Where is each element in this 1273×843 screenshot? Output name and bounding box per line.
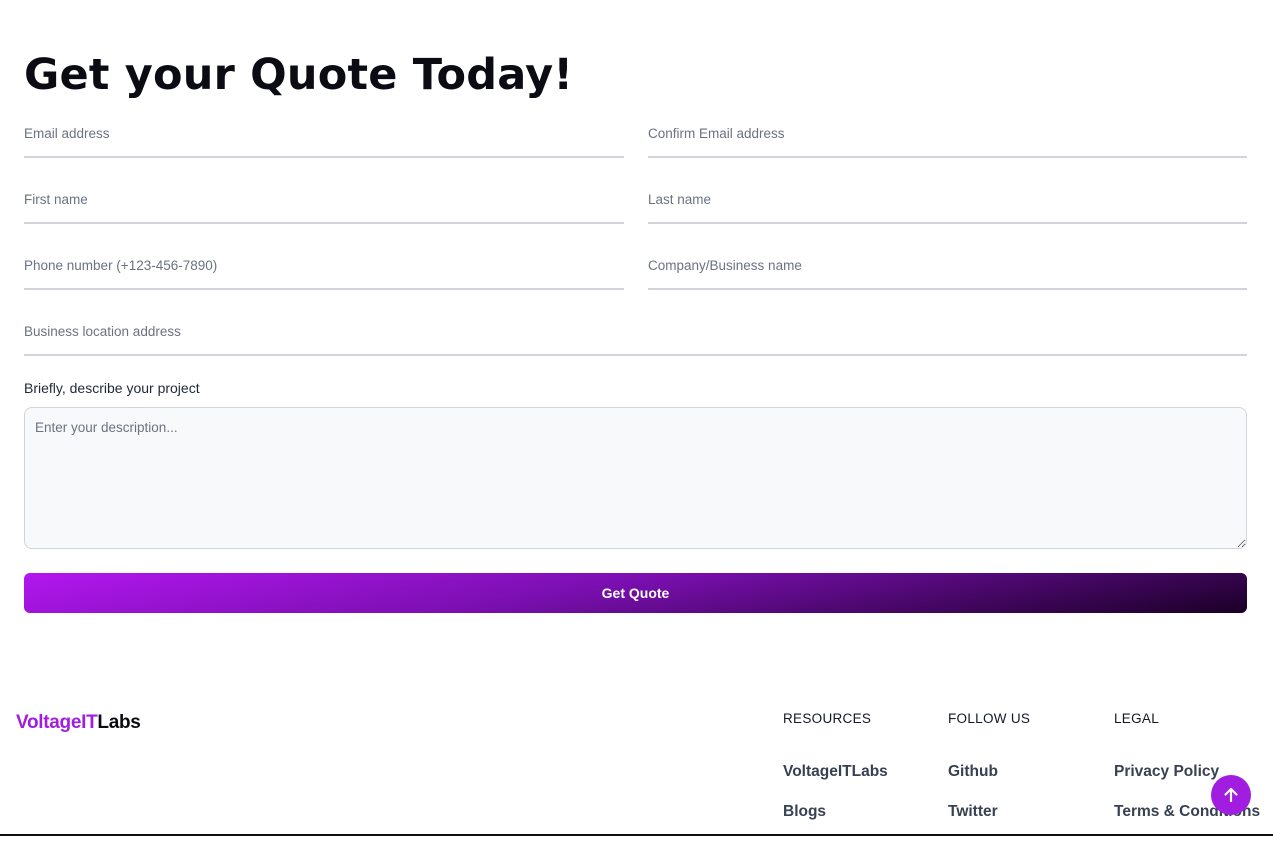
footer-logo[interactable]: VoltageITLabs <box>16 712 141 734</box>
phone-field-wrapper <box>24 252 624 290</box>
email-field-wrapper <box>24 120 624 158</box>
footer-heading-legal: LEGAL <box>1114 711 1160 726</box>
description-textarea[interactable] <box>24 407 1247 549</box>
footer-link-blogs[interactable]: Blogs <box>783 803 888 843</box>
confirm-email-field[interactable] <box>648 120 1247 156</box>
footer-heading-resources: RESOURCES <box>783 711 872 726</box>
footer-column-resources: RESOURCES VoltageITLabs Blogs <box>783 710 888 843</box>
get-quote-button[interactable]: Get Quote <box>24 573 1247 613</box>
last-name-field-wrapper <box>648 186 1247 224</box>
confirm-email-field-wrapper <box>648 120 1247 158</box>
company-field-wrapper <box>648 252 1247 290</box>
arrow-up-icon <box>1222 786 1240 804</box>
address-field[interactable] <box>24 318 1247 354</box>
page-title: Get your Quote Today! <box>24 50 574 100</box>
description-label: Briefly, describe your project <box>24 380 200 396</box>
address-field-wrapper <box>24 318 1247 356</box>
footer-link-twitter[interactable]: Twitter <box>948 803 1030 843</box>
logo-text-primary: VoltageIT <box>16 712 98 733</box>
email-field[interactable] <box>24 120 624 156</box>
footer-link-github[interactable]: Github <box>948 763 1030 803</box>
footer-heading-follow-us: FOLLOW US <box>948 711 1031 726</box>
first-name-field-wrapper <box>24 186 624 224</box>
footer-column-follow-us: FOLLOW US Github Twitter <box>948 710 1030 843</box>
scroll-to-top-button[interactable] <box>1211 775 1251 815</box>
phone-field[interactable] <box>24 252 624 288</box>
company-field[interactable] <box>648 252 1247 288</box>
logo-text-secondary: Labs <box>97 712 141 733</box>
first-name-field[interactable] <box>24 186 624 222</box>
footer-link-voltageitlabs[interactable]: VoltageITLabs <box>783 763 888 803</box>
last-name-field[interactable] <box>648 186 1247 222</box>
